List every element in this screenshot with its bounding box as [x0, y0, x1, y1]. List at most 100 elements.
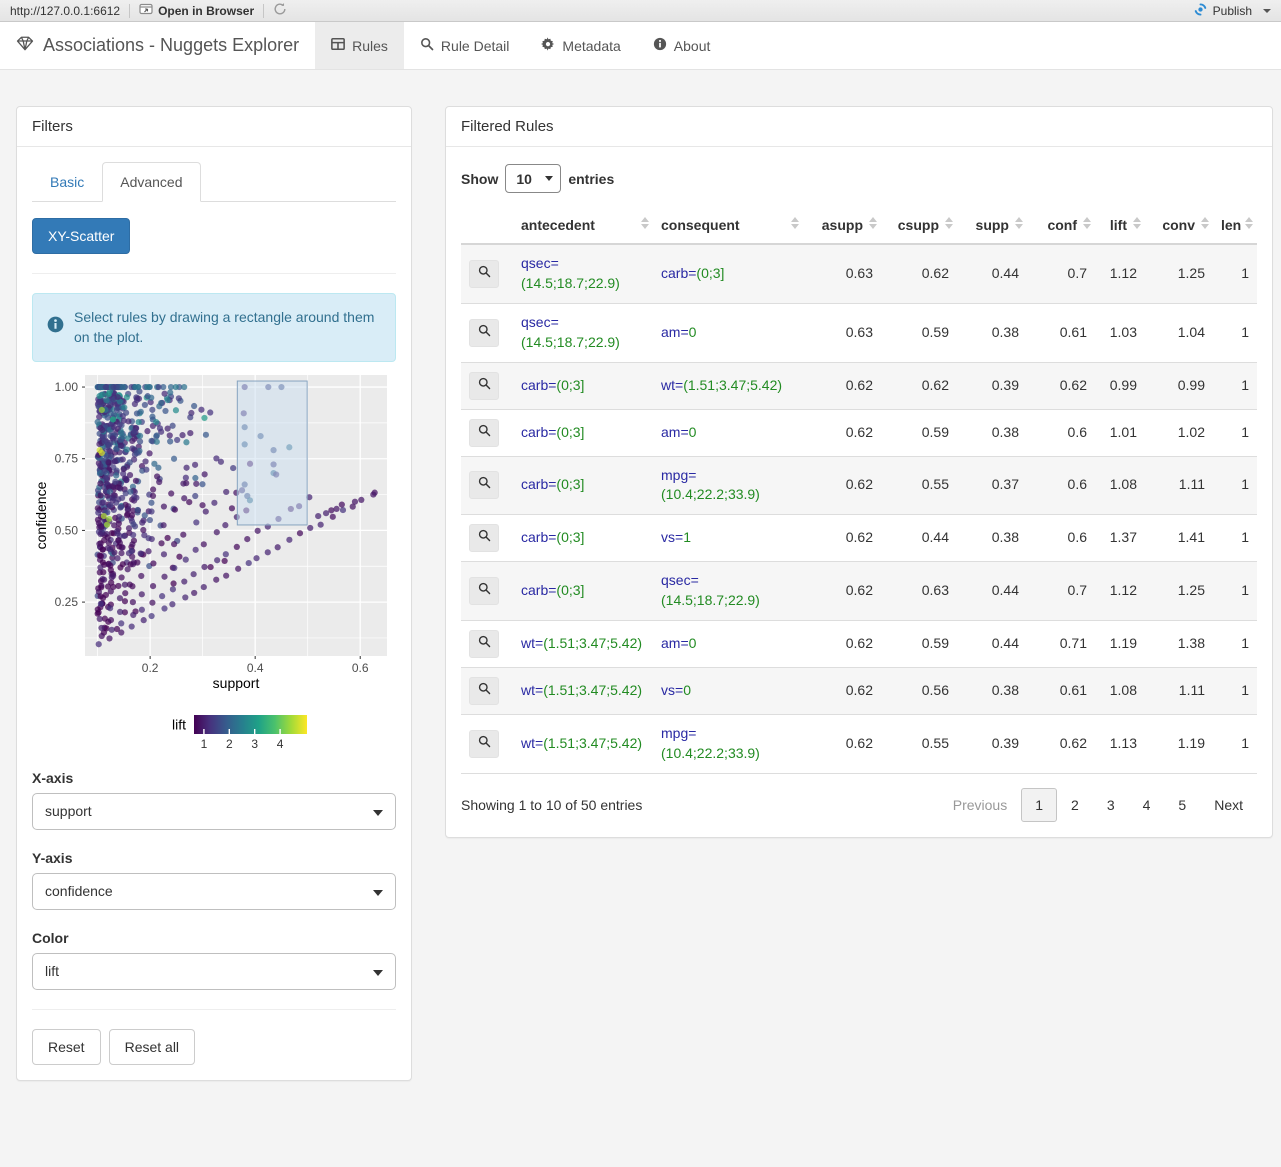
- refresh-button[interactable]: [273, 2, 287, 19]
- rule-detail-button[interactable]: [469, 677, 499, 705]
- refresh-icon: [273, 2, 287, 19]
- len-cell: 1: [1213, 302, 1257, 362]
- tab-advanced[interactable]: Advanced: [102, 162, 201, 202]
- filter-tabs: Basic Advanced: [32, 162, 396, 202]
- len-cell: 1: [1213, 361, 1257, 409]
- pagination-previous[interactable]: Previous: [939, 788, 1021, 822]
- sort-icon: [869, 217, 877, 229]
- pagination-page-2[interactable]: 2: [1057, 788, 1093, 822]
- rule-detail-button[interactable]: [469, 371, 499, 400]
- rule-detail-button[interactable]: [469, 630, 499, 658]
- column-header-len[interactable]: len: [1213, 207, 1257, 245]
- column-header-csupp[interactable]: csupp: [881, 207, 957, 245]
- search-icon: [420, 37, 434, 54]
- column-header-consequent[interactable]: consequent: [653, 207, 803, 245]
- consequent-cell: mpg=(10.4;22.2;33.9): [653, 455, 803, 515]
- chevron-down-icon: [373, 889, 383, 896]
- rule-detail-button[interactable]: [469, 259, 499, 288]
- search-icon: [478, 634, 491, 654]
- conv-cell: 1.11: [1145, 455, 1213, 515]
- column-header-conf[interactable]: conf: [1027, 207, 1095, 245]
- publish-label: Publish: [1212, 3, 1252, 18]
- publish-button[interactable]: Publish: [1193, 2, 1271, 20]
- pagination-page-3[interactable]: 3: [1093, 788, 1129, 822]
- sort-icon: [945, 217, 953, 229]
- pagination-page-1[interactable]: 1: [1021, 787, 1058, 822]
- lift-cell: 1.12: [1095, 561, 1145, 621]
- info-alert-text: Select rules by drawing a rectangle arou…: [74, 309, 375, 346]
- pagination-page-4[interactable]: 4: [1129, 788, 1165, 822]
- conv-cell: 1.11: [1145, 667, 1213, 715]
- table-row: wt=(1.51;3.47;5.42) am=0 0.62 0.59 0.44 0.71 1…: [461, 620, 1257, 668]
- divider: [263, 3, 265, 18]
- pagination-page-5[interactable]: 5: [1164, 788, 1200, 822]
- rule-detail-button[interactable]: [469, 524, 499, 553]
- reset-button[interactable]: Reset: [32, 1028, 101, 1065]
- xy-scatter-button[interactable]: XY-Scatter: [32, 218, 131, 254]
- tab-about[interactable]: About: [637, 22, 727, 69]
- gem-icon: [16, 35, 34, 56]
- table-row: carb=(0;3] qsec=(14.5;18.7;22.9) 0.62 0.63 0…: [461, 561, 1257, 621]
- consequent-cell: am=0: [653, 408, 803, 456]
- antecedent-cell: carb=(0;3]: [513, 361, 653, 409]
- len-cell: 1: [1213, 455, 1257, 515]
- lift-cell: 0.99: [1095, 361, 1145, 409]
- lift-cell: 1.37: [1095, 514, 1145, 562]
- tab-label: Rule Detail: [440, 37, 510, 54]
- conv-cell: 1.25: [1145, 243, 1213, 304]
- rule-detail-button[interactable]: [469, 471, 499, 500]
- page-length-select[interactable]: 10: [505, 164, 562, 193]
- table-row: wt=(1.51;3.47;5.42) vs=0 0.62 0.56 0.38 0.61 1…: [461, 667, 1257, 715]
- tab-metadata[interactable]: Metadata: [525, 22, 636, 69]
- viewer-toolbar: http://127.0.0.1:6612 Open in Browser Pu…: [0, 0, 1281, 22]
- color-select[interactable]: lift: [32, 952, 396, 990]
- open-in-browser-button[interactable]: Open in Browser: [139, 3, 254, 18]
- y-axis-label: Y-axis: [32, 849, 73, 866]
- y-axis-select[interactable]: confidence: [32, 872, 396, 910]
- tab-label: Rules: [352, 37, 388, 54]
- supp-cell: 0.38: [957, 514, 1027, 562]
- gear-icon: [541, 37, 555, 54]
- column-header-conv[interactable]: conv: [1145, 207, 1213, 245]
- consequent-cell: wt=(1.51;3.47;5.42): [653, 361, 803, 409]
- conv-cell: 1.41: [1145, 514, 1213, 562]
- table-row: wt=(1.51;3.47;5.42) mpg=(10.4;22.2;33.9) 0…: [461, 714, 1257, 774]
- csupp-cell: 0.59: [881, 302, 957, 362]
- rule-detail-button[interactable]: [469, 418, 499, 447]
- supp-cell: 0.38: [957, 302, 1027, 362]
- tab-rule-detail[interactable]: Rule Detail: [404, 22, 525, 69]
- x-axis-select[interactable]: support: [32, 792, 396, 830]
- column-header-asupp[interactable]: asupp: [803, 207, 881, 245]
- sort-icon: [1245, 217, 1253, 229]
- rule-detail-button[interactable]: [469, 577, 499, 606]
- rule-detail-button[interactable]: [469, 318, 499, 347]
- asupp-cell: 0.63: [803, 243, 881, 304]
- table-row: carb=(0;3] mpg=(10.4;22.2;33.9) 0.62 0.55 0.…: [461, 455, 1257, 515]
- conf-cell: 0.7: [1027, 561, 1095, 621]
- reset-all-button[interactable]: Reset all: [108, 1028, 196, 1065]
- scatter-plot[interactable]: [32, 367, 392, 760]
- column-header-supp[interactable]: supp: [957, 207, 1027, 245]
- lift-cell: 1.08: [1095, 455, 1145, 515]
- search-icon: [478, 681, 491, 701]
- tab-rules[interactable]: Rules: [315, 22, 404, 69]
- column-header-lift[interactable]: lift: [1095, 207, 1145, 245]
- color-label: Color: [32, 929, 69, 946]
- chevron-down-icon: [373, 969, 383, 976]
- search-icon: [478, 528, 491, 548]
- divider: [32, 1008, 396, 1010]
- main-content: Filters Basic Advanced XY-Scatter Select…: [0, 70, 1281, 1081]
- supp-cell: 0.44: [957, 243, 1027, 304]
- pagination-next[interactable]: Next: [1200, 788, 1257, 822]
- len-cell: 1: [1213, 561, 1257, 621]
- tab-basic[interactable]: Basic: [32, 162, 102, 202]
- lift-cell: 1.03: [1095, 302, 1145, 362]
- lift-cell: 1.13: [1095, 714, 1145, 774]
- tab-label: Metadata: [562, 37, 621, 54]
- tab-label: About: [673, 37, 711, 54]
- rule-detail-button[interactable]: [469, 729, 499, 758]
- len-cell: 1: [1213, 514, 1257, 562]
- viewer-url: http://127.0.0.1:6612: [10, 3, 121, 18]
- column-header-antecedent[interactable]: antecedent: [513, 207, 653, 245]
- chevron-down-icon: [373, 809, 383, 816]
